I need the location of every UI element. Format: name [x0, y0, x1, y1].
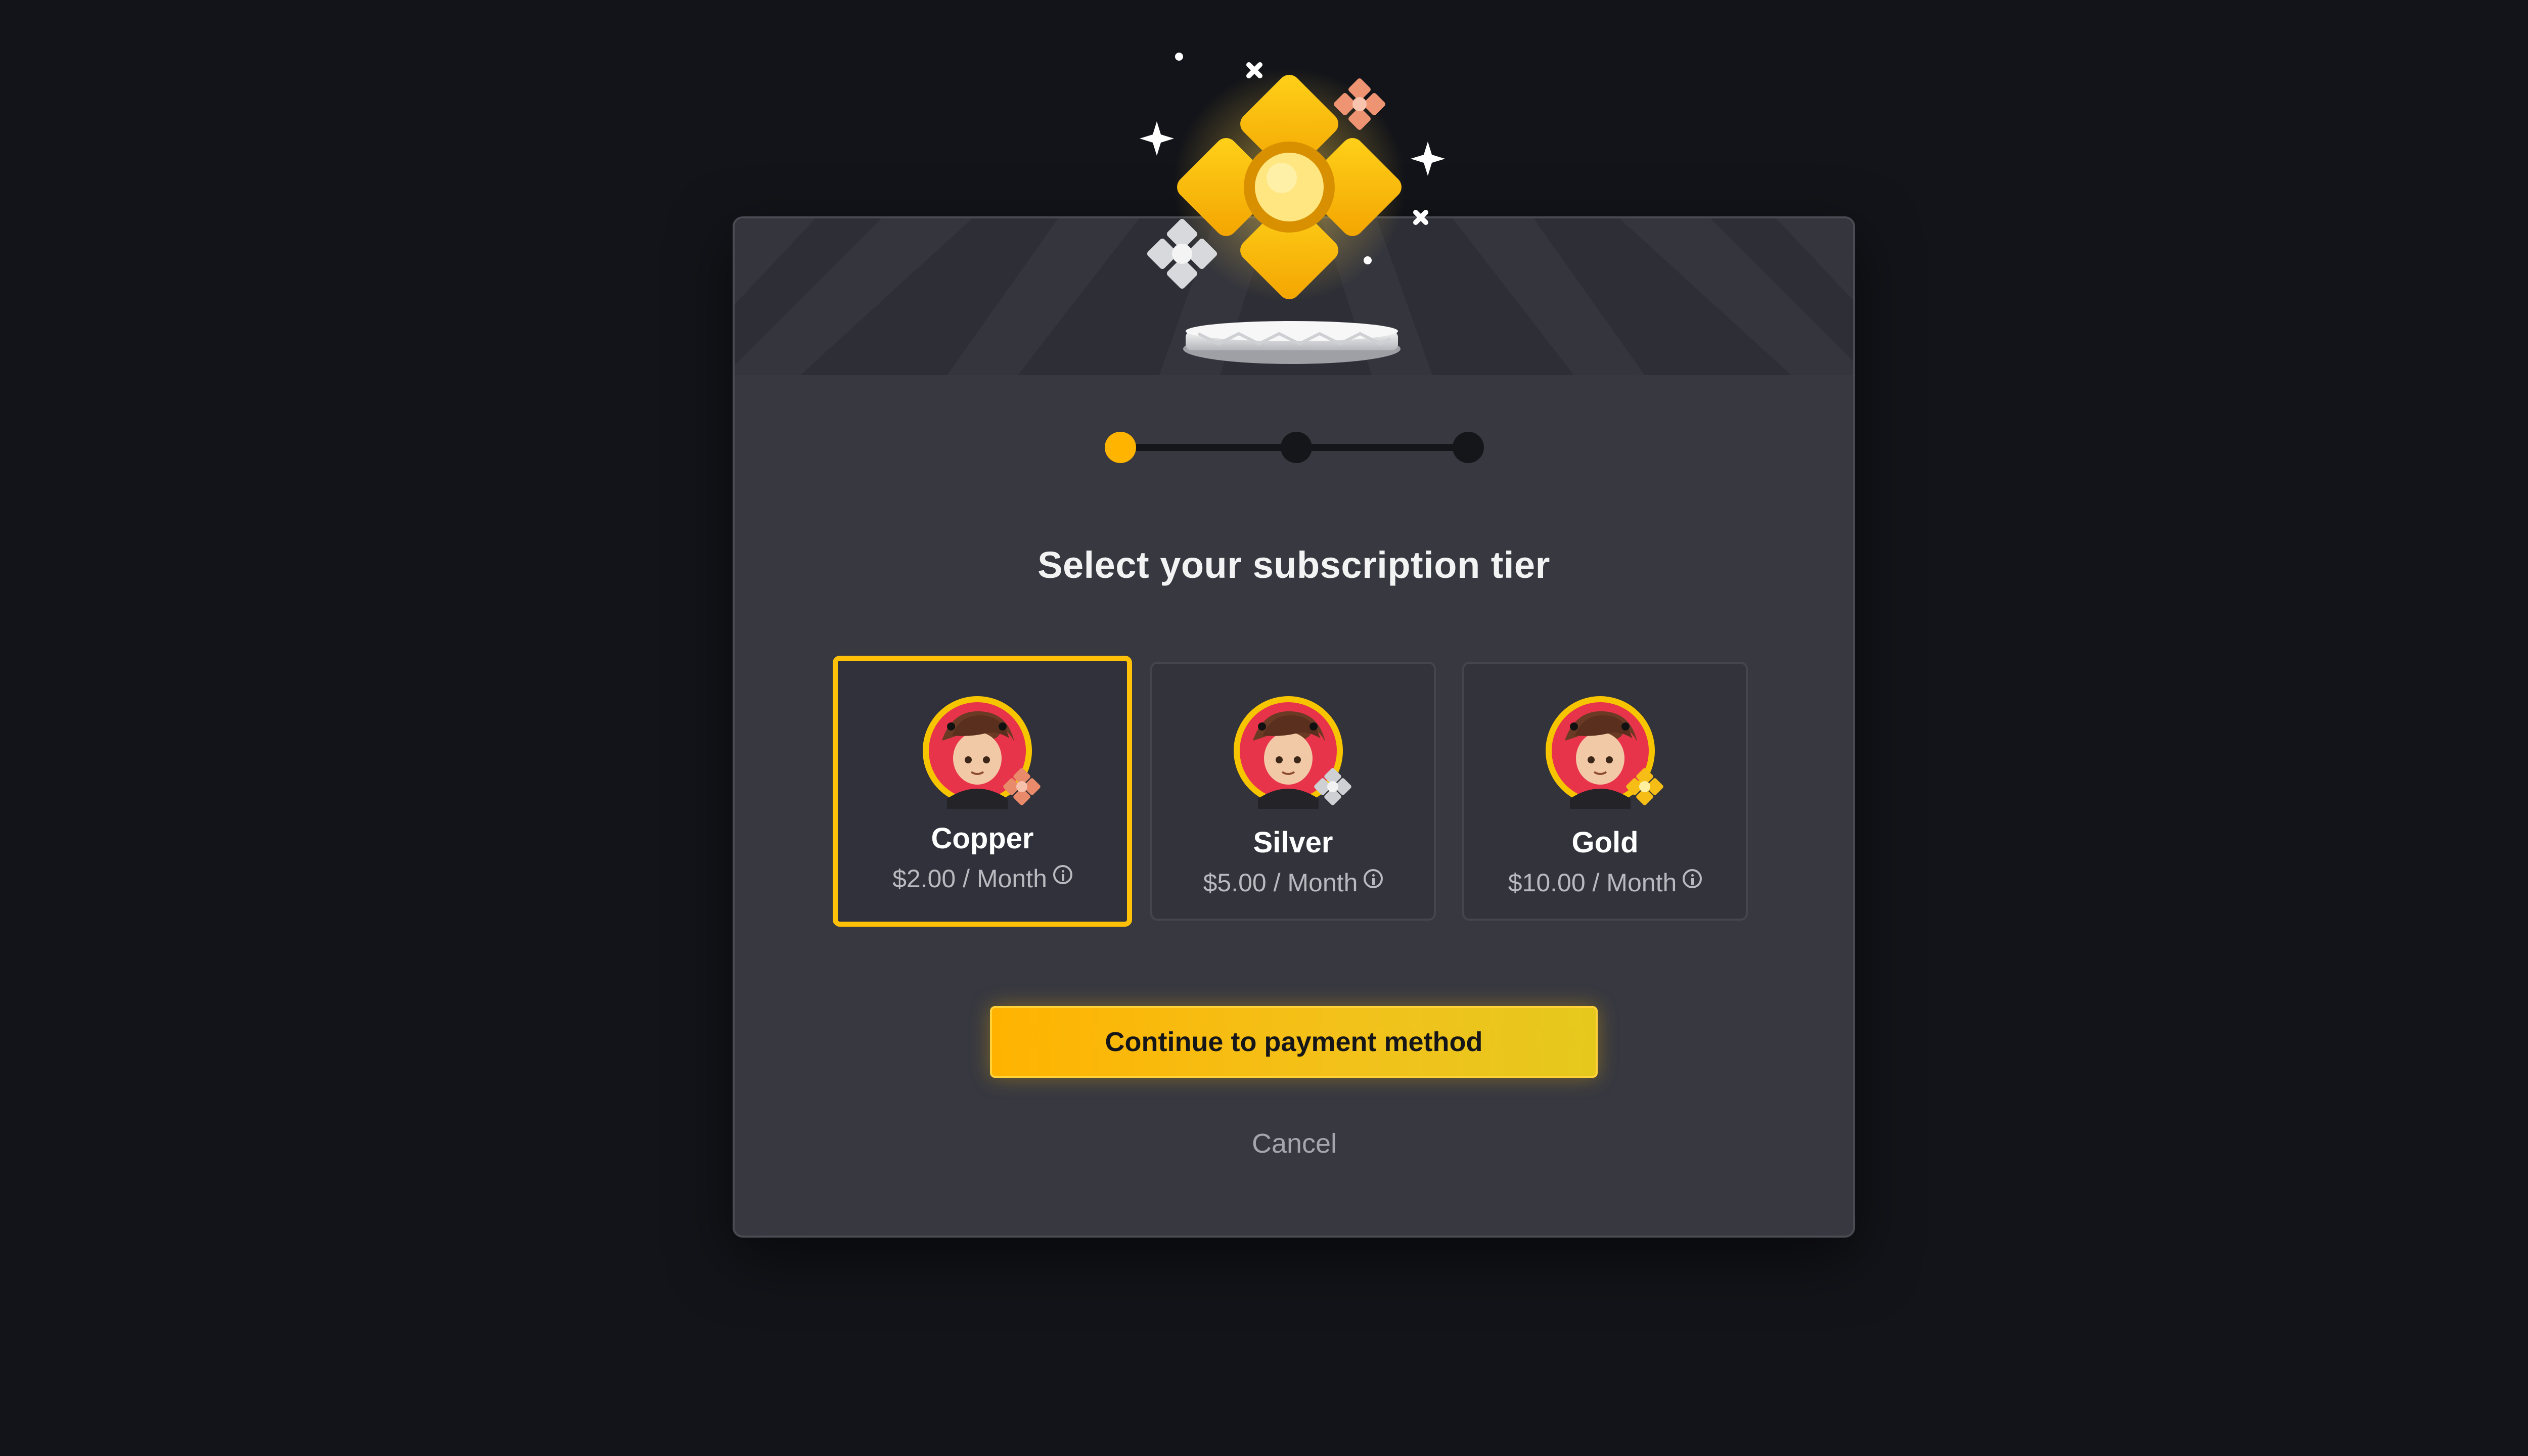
- tier-card-silver[interactable]: Silver $5.00 / Month: [1150, 662, 1436, 921]
- tier-badge-hero-illustration: [1122, 30, 1466, 384]
- info-circle-icon[interactable]: [1364, 869, 1383, 888]
- tier-options: Copper $2.00 / Month Silver $5.00 / Mont…: [833, 656, 1750, 927]
- avatar: [922, 695, 1043, 816]
- tier-price-label: $2.00 / Month: [892, 864, 1047, 893]
- tier-card-copper[interactable]: Copper $2.00 / Month: [833, 656, 1132, 927]
- step-2-dot: [1281, 432, 1312, 463]
- dialog-title: Select your subscription tier: [1037, 544, 1550, 586]
- info-circle-icon[interactable]: [1053, 865, 1072, 884]
- progress-stepper: [1105, 432, 1489, 463]
- avatar: [1545, 695, 1666, 816]
- continue-to-payment-button[interactable]: Continue to payment method: [990, 1006, 1598, 1078]
- tier-price: $10.00 / Month: [1464, 868, 1746, 897]
- tier-name: Silver: [1253, 826, 1333, 859]
- avatar: [1233, 695, 1354, 816]
- tier-price: $5.00 / Month: [1152, 868, 1434, 897]
- tier-price-label: $5.00 / Month: [1203, 869, 1358, 897]
- tier-name: Copper: [931, 822, 1034, 855]
- cancel-button[interactable]: Cancel: [1193, 1123, 1395, 1164]
- tier-name: Gold: [1571, 826, 1639, 859]
- page: Select your subscription tier Copper $2.…: [0, 0, 2528, 1456]
- tier-price-label: $10.00 / Month: [1508, 869, 1677, 897]
- step-1-dot-active: [1105, 432, 1136, 463]
- tier-price: $2.00 / Month: [838, 864, 1127, 893]
- step-3-dot: [1453, 432, 1484, 463]
- tier-card-gold[interactable]: Gold $10.00 / Month: [1462, 662, 1748, 921]
- info-circle-icon[interactable]: [1683, 869, 1702, 888]
- pedestal-icon: [1183, 321, 1401, 364]
